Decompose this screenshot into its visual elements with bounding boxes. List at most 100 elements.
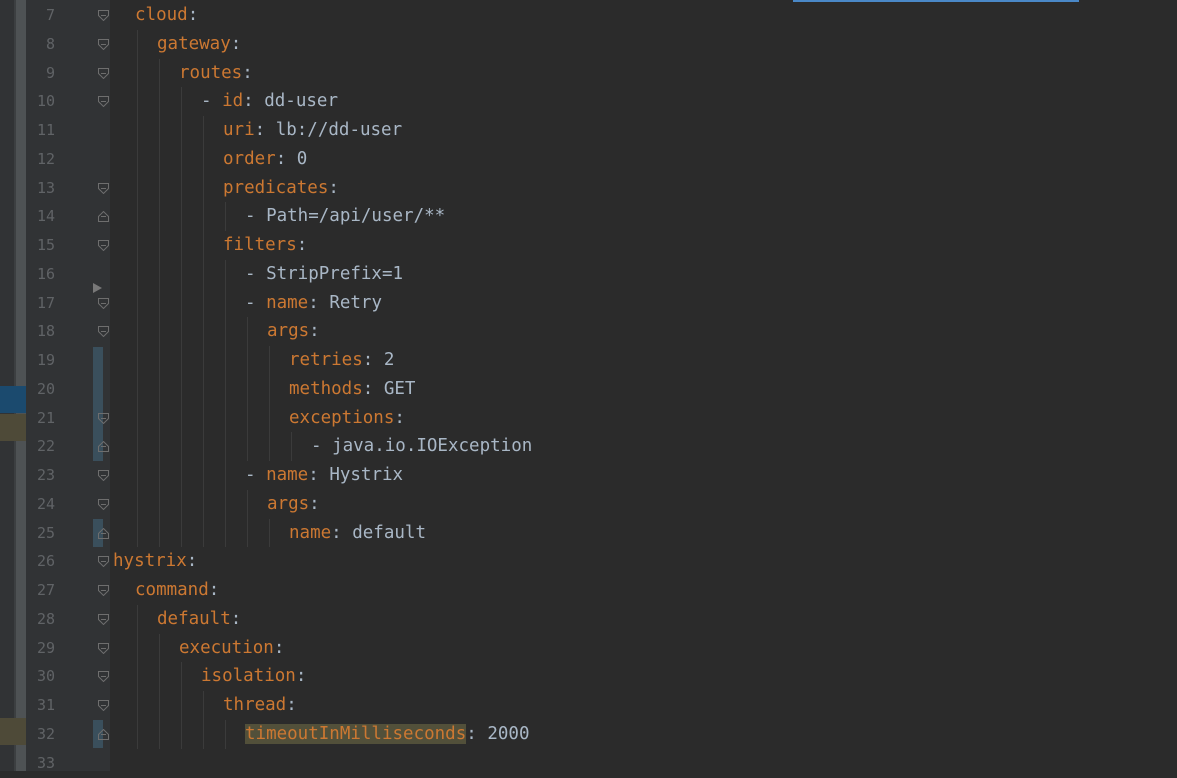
yaml-key: retries (289, 350, 363, 370)
fold-close-icon[interactable] (98, 211, 109, 223)
code-line[interactable]: 15 filters: (0, 231, 1177, 260)
fold-open-icon[interactable] (98, 585, 109, 596)
code-line[interactable]: 29 execution: (0, 633, 1177, 663)
code-text[interactable]: default: (157, 605, 241, 634)
code-text[interactable]: - name: Hystrix (245, 461, 403, 490)
yaml-value: lb://dd-user (275, 120, 403, 140)
fold-open-icon[interactable] (98, 470, 109, 481)
code-line[interactable]: 8 gateway: (0, 29, 1177, 59)
code-line[interactable]: 33 (0, 749, 1177, 778)
fold-close-icon[interactable] (98, 441, 109, 453)
code-line[interactable]: 22 - java.io.IOException (0, 432, 1177, 461)
code-line[interactable]: 26 hystrix: (0, 547, 1177, 576)
fold-close-icon[interactable] (98, 728, 109, 740)
code-line[interactable]: 23 - name: Hystrix (0, 461, 1177, 490)
code-text[interactable]: hystrix: (113, 547, 197, 576)
code-text[interactable]: order: 0 (223, 145, 307, 174)
code-text[interactable]: timeoutInMilliseconds: 2000 (245, 720, 530, 749)
code-text[interactable]: - Path=/api/user/** (245, 202, 445, 231)
line-number: 20 (36, 379, 55, 398)
fold-close-icon[interactable] (98, 527, 109, 539)
code-line[interactable]: 31 thread: (0, 691, 1177, 720)
fold-open-icon[interactable] (98, 297, 109, 309)
indent-guide (137, 403, 138, 433)
indent-guide (203, 116, 204, 145)
yaml-separator: : (308, 465, 330, 485)
indent-guide (269, 374, 270, 404)
code-text[interactable]: - name: Retry (245, 289, 382, 318)
fold-open-icon[interactable] (98, 38, 109, 50)
fold-open-icon[interactable] (98, 556, 109, 568)
indent-guide (269, 403, 270, 433)
code-line[interactable]: 11 uri: lb://dd-user (0, 116, 1177, 145)
code-text[interactable]: retries: 2 (289, 346, 394, 375)
code-line[interactable]: 9 routes: (0, 58, 1177, 88)
code-text[interactable]: thread: (223, 691, 297, 720)
code-text[interactable]: name: default (289, 519, 426, 548)
code-text[interactable]: methods: GET (289, 375, 415, 404)
code-text[interactable]: - StripPrefix=1 (245, 260, 403, 289)
code-line[interactable]: 16 - StripPrefix=1 (0, 259, 1177, 289)
code-line[interactable]: 20 methods: GET (0, 374, 1177, 404)
yaml-key: methods (289, 378, 363, 399)
indent-guide (137, 87, 138, 116)
code-line[interactable]: 25 name: default (0, 518, 1177, 548)
fold-open-icon[interactable] (98, 326, 109, 338)
code-text[interactable]: routes: (179, 59, 253, 88)
fold-open-icon[interactable] (98, 182, 109, 194)
indent-guide (159, 173, 160, 203)
indent-guide (181, 173, 182, 203)
code-editor[interactable]: 7 cloud: 8 gateway: 9 routes: 10- id: dd-user 1… (0, 0, 1177, 772)
fold-open-icon[interactable] (98, 96, 109, 108)
code-line[interactable]: 17 - name: Retry (0, 288, 1177, 318)
code-text[interactable]: uri: lb://dd-user (223, 116, 402, 145)
fold-open-icon[interactable] (98, 498, 109, 510)
indent-guide (181, 432, 182, 461)
indent-guide (137, 58, 138, 88)
code-line[interactable]: 28 default: (0, 604, 1177, 634)
code-text[interactable]: gateway: (157, 30, 241, 59)
code-line[interactable]: 13 predicates: (0, 173, 1177, 203)
code-line[interactable]: 27 command: (0, 576, 1177, 605)
yaml-separator: : (296, 235, 308, 255)
indent-guide (137, 259, 138, 289)
indent-guide (137, 374, 138, 404)
code-text[interactable]: args: (267, 317, 320, 346)
code-text[interactable]: - id: dd-user (201, 87, 338, 116)
code-text[interactable]: filters: (223, 231, 307, 260)
code-line[interactable]: 10 - id: dd-user (0, 87, 1177, 116)
code-text[interactable]: predicates: (223, 174, 339, 203)
code-text[interactable]: isolation: (201, 662, 306, 691)
fold-open-icon[interactable] (98, 642, 109, 654)
fold-open-icon[interactable] (98, 10, 109, 21)
fold-open-icon[interactable] (98, 671, 109, 683)
indent-guide (159, 691, 160, 720)
code-text[interactable]: exceptions: (289, 404, 405, 433)
code-line[interactable]: 12 order: 0 (0, 144, 1177, 174)
code-line[interactable]: 7 cloud: (0, 1, 1177, 30)
fold-open-icon[interactable] (98, 67, 109, 79)
code-text[interactable]: args: (267, 490, 320, 519)
code-text[interactable]: command: (135, 576, 219, 605)
fold-open-icon[interactable] (98, 613, 109, 625)
code-line[interactable]: 19 retries: 2 (0, 346, 1177, 375)
code-line[interactable]: 21 exceptions: (0, 403, 1177, 433)
yaml-value: 2 (383, 350, 395, 370)
list-dash: - (245, 465, 267, 485)
fold-open-icon[interactable] (98, 700, 109, 711)
fold-open-icon[interactable] (98, 240, 109, 251)
indent-guide (269, 518, 270, 548)
indent-guide (225, 288, 226, 318)
indent-guide (137, 719, 138, 749)
indent-guide (181, 518, 182, 548)
yaml-separator: : (295, 666, 307, 687)
code-text[interactable]: cloud: (135, 1, 198, 30)
fold-open-icon[interactable] (98, 412, 109, 424)
code-line[interactable]: 14 - Path=/api/user/** (0, 202, 1177, 231)
code-line[interactable]: 32 timeoutInMilliseconds: 2000 (0, 719, 1177, 749)
code-line[interactable]: 24 args: (0, 489, 1177, 519)
code-line[interactable]: 30 isolation: (0, 662, 1177, 691)
code-text[interactable]: execution: (179, 634, 284, 663)
code-text[interactable]: - java.io.IOException (311, 432, 532, 461)
code-line[interactable]: 18 args: (0, 317, 1177, 346)
